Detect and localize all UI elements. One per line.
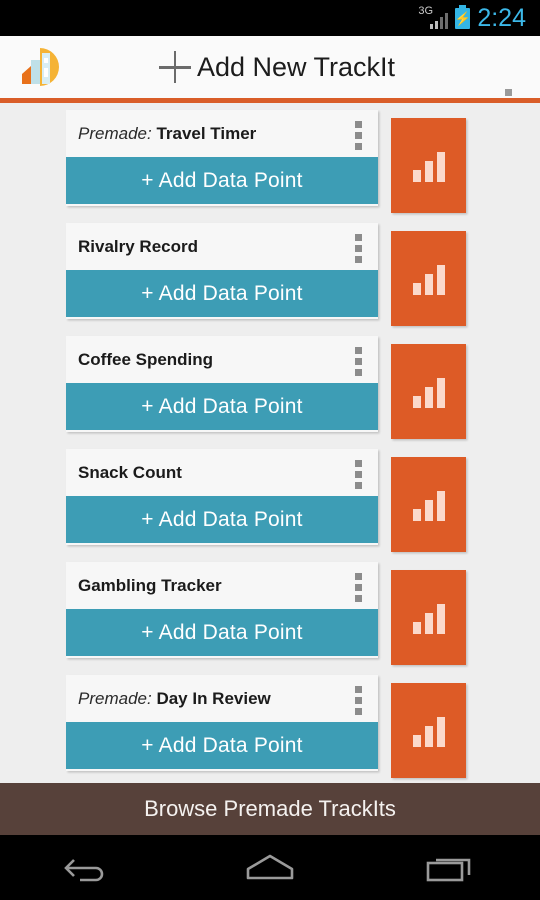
status-bar-indicators: 3G ⚡ 2:24 xyxy=(418,3,526,32)
trackit-title: Premade: Day In Review xyxy=(78,689,271,709)
trackit-title: Rivalry Record xyxy=(78,237,198,257)
trackit-card[interactable]: Snack Count + Add Data Point xyxy=(66,449,378,545)
list-item[interactable]: Rivalry Record + Add Data Point xyxy=(0,223,540,326)
list-item[interactable]: Coffee Spending + Add Data Point xyxy=(0,336,540,439)
premade-prefix: Premade: xyxy=(78,688,152,708)
row-overflow-icon[interactable] xyxy=(346,120,370,150)
browse-premade-trackits-button[interactable]: Browse Premade TrackIts xyxy=(0,783,540,835)
plus-icon xyxy=(158,51,191,83)
trackit-card[interactable]: Premade: Day In Review + Add Data Point xyxy=(66,675,378,771)
row-overflow-icon[interactable] xyxy=(346,346,370,376)
signal-strength-bars xyxy=(429,13,449,29)
add-data-point-button[interactable]: + Add Data Point xyxy=(66,609,378,656)
list-item[interactable]: Premade: Travel Timer + Add Data Point xyxy=(0,110,540,213)
trackit-name: Rivalry Record xyxy=(78,236,198,256)
list-item[interactable]: Premade: Day In Review + Add Data Point xyxy=(0,675,540,778)
trackit-card[interactable]: Coffee Spending + Add Data Point xyxy=(66,336,378,432)
row-overflow-icon[interactable] xyxy=(346,685,370,715)
trackit-title: Coffee Spending xyxy=(78,350,213,370)
trackit-list[interactable]: Premade: Travel Timer + Add Data Point R… xyxy=(0,103,540,782)
trackit-name: Day In Review xyxy=(156,688,271,708)
home-icon[interactable] xyxy=(180,835,360,900)
trackit-name: Travel Timer xyxy=(156,123,257,143)
trackit-card[interactable]: Rivalry Record + Add Data Point xyxy=(66,223,378,319)
trackit-name: Coffee Spending xyxy=(78,349,214,369)
trackit-title: Premade: Travel Timer xyxy=(78,124,256,144)
trackit-card[interactable]: Gambling Tracker + Add Data Point xyxy=(66,562,378,658)
trackit-name: Gambling Tracker xyxy=(78,575,222,595)
action-bar-title-group[interactable]: Add New TrackIt xyxy=(0,36,540,98)
status-bar-clock: 2:24 xyxy=(477,3,526,32)
trackit-card-header: Snack Count xyxy=(66,449,378,496)
bar-chart-icon[interactable] xyxy=(391,683,466,778)
trackit-title: Gambling Tracker xyxy=(78,576,222,596)
trackit-card[interactable]: Premade: Travel Timer + Add Data Point xyxy=(66,110,378,206)
bar-chart-icon[interactable] xyxy=(391,457,466,552)
bar-chart-icon[interactable] xyxy=(391,231,466,326)
bar-chart-icon[interactable] xyxy=(391,118,466,213)
row-overflow-icon[interactable] xyxy=(346,459,370,489)
lightning-bolt-glyph: ⚡ xyxy=(454,10,471,26)
signal-bars-icon: 3G xyxy=(418,6,449,30)
add-data-point-button[interactable]: + Add Data Point xyxy=(66,722,378,769)
page-title: Add New TrackIt xyxy=(196,51,396,82)
trackit-card-header: Coffee Spending xyxy=(66,336,378,383)
bar-chart-icon[interactable] xyxy=(391,570,466,665)
add-data-point-button[interactable]: + Add Data Point xyxy=(66,270,378,317)
trackit-title: Snack Count xyxy=(78,463,182,483)
recent-apps-icon[interactable] xyxy=(360,835,540,900)
action-bar: Add New TrackIt xyxy=(0,36,540,118)
add-data-point-button[interactable]: + Add Data Point xyxy=(66,157,378,204)
trackit-card-header: Premade: Travel Timer xyxy=(66,110,378,157)
app-screen: 3G ⚡ 2:24 Add New TrackIt Premade: Trave… xyxy=(0,0,540,900)
bar-chart-icon[interactable] xyxy=(391,344,466,439)
list-item[interactable]: Gambling Tracker + Add Data Point xyxy=(0,562,540,665)
add-data-point-button[interactable]: + Add Data Point xyxy=(66,496,378,543)
trackit-card-header: Gambling Tracker xyxy=(66,562,378,609)
trackit-name: Snack Count xyxy=(78,462,182,482)
status-bar: 3G ⚡ 2:24 xyxy=(0,0,540,36)
trackit-card-header: Rivalry Record xyxy=(66,223,378,270)
row-overflow-icon[interactable] xyxy=(346,572,370,602)
list-item[interactable]: Snack Count + Add Data Point xyxy=(0,449,540,552)
add-data-point-button[interactable]: + Add Data Point xyxy=(66,383,378,430)
trackit-card-header: Premade: Day In Review xyxy=(66,675,378,722)
row-overflow-icon[interactable] xyxy=(346,233,370,263)
battery-charging-icon: ⚡ xyxy=(454,4,471,29)
premade-prefix: Premade: xyxy=(78,123,152,143)
system-navigation-bar xyxy=(0,835,540,900)
back-arrow-icon[interactable] xyxy=(0,835,180,900)
